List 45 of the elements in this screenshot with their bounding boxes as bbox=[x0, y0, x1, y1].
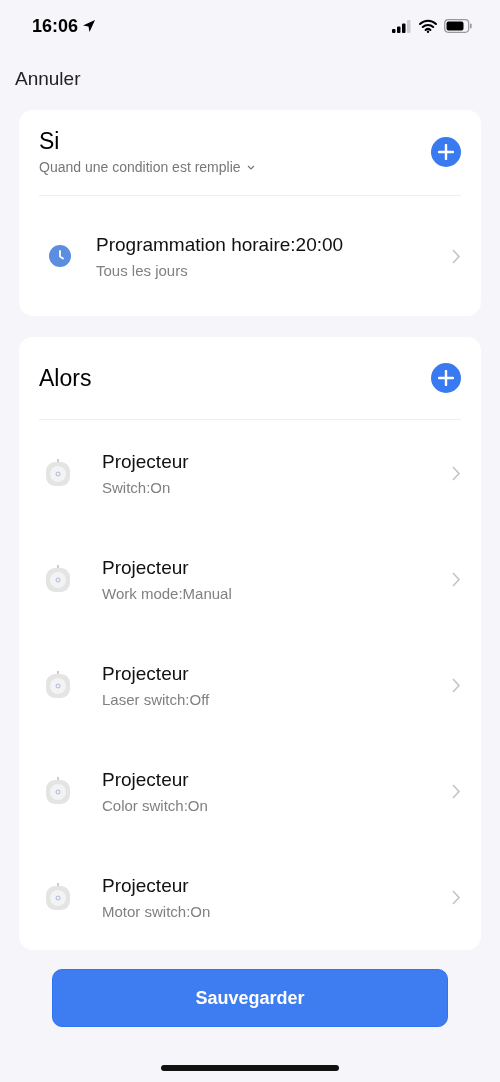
card-title: Si bbox=[39, 128, 61, 155]
item-subtitle: Motor switch:On bbox=[102, 902, 212, 920]
clock-icon bbox=[49, 245, 71, 267]
list-item[interactable]: Projecteur Switch:On bbox=[39, 420, 461, 526]
save-button[interactable]: Sauvegarder bbox=[52, 969, 448, 1027]
location-arrow-icon bbox=[82, 19, 97, 33]
condition-mode-dropdown[interactable]: Quand une condition est remplie bbox=[39, 159, 255, 175]
projector-icon bbox=[45, 883, 71, 911]
add-button[interactable] bbox=[431, 363, 461, 393]
list-item[interactable]: Projecteur Work mode:Manual bbox=[39, 526, 461, 632]
item-subtitle: Laser switch:Off bbox=[102, 690, 211, 708]
caret-down-icon bbox=[246, 164, 255, 170]
chevron-right-icon bbox=[451, 464, 461, 482]
chevron-right-icon bbox=[451, 570, 461, 588]
chevron-right-icon bbox=[451, 782, 461, 800]
projector-icon bbox=[45, 565, 71, 593]
item-subtitle: Work mode:Manual bbox=[102, 584, 233, 602]
card-title: Alors bbox=[39, 364, 92, 392]
plus-icon bbox=[438, 370, 454, 386]
item-title: Projecteur bbox=[102, 556, 190, 579]
item-subtitle: Switch:On bbox=[102, 478, 172, 496]
battery-icon bbox=[444, 19, 472, 33]
chevron-right-icon bbox=[451, 676, 461, 694]
chevron-right-icon bbox=[451, 888, 461, 906]
projector-icon bbox=[45, 671, 71, 699]
signal-icon bbox=[392, 19, 412, 33]
chevron-right-icon bbox=[451, 247, 461, 265]
list-item[interactable]: Projecteur Color switch:On bbox=[39, 738, 461, 844]
status-time: 16:06 bbox=[32, 15, 79, 37]
plus-icon bbox=[438, 143, 454, 160]
item-title: Projecteur bbox=[102, 874, 190, 897]
item-subtitle: Tous les jours bbox=[96, 261, 189, 279]
item-title: Projecteur bbox=[102, 450, 190, 473]
item-title: Projecteur bbox=[102, 768, 190, 791]
list-item[interactable]: Projecteur Laser switch:Off bbox=[39, 632, 461, 738]
item-title: Projecteur bbox=[102, 662, 190, 685]
item-title: Programmation horaire:20:00 bbox=[96, 233, 345, 256]
projector-icon bbox=[45, 459, 71, 487]
list-item[interactable]: Programmation horaire:20:00 Tous les jours bbox=[39, 196, 461, 316]
item-subtitle: Color switch:On bbox=[102, 796, 209, 814]
add-button[interactable] bbox=[431, 136, 461, 167]
projector-icon bbox=[45, 777, 71, 805]
wifi-icon bbox=[419, 19, 437, 33]
cancel-link[interactable]: Annuler bbox=[15, 68, 81, 90]
list-item[interactable]: Projecteur Motor switch:On bbox=[39, 844, 461, 950]
